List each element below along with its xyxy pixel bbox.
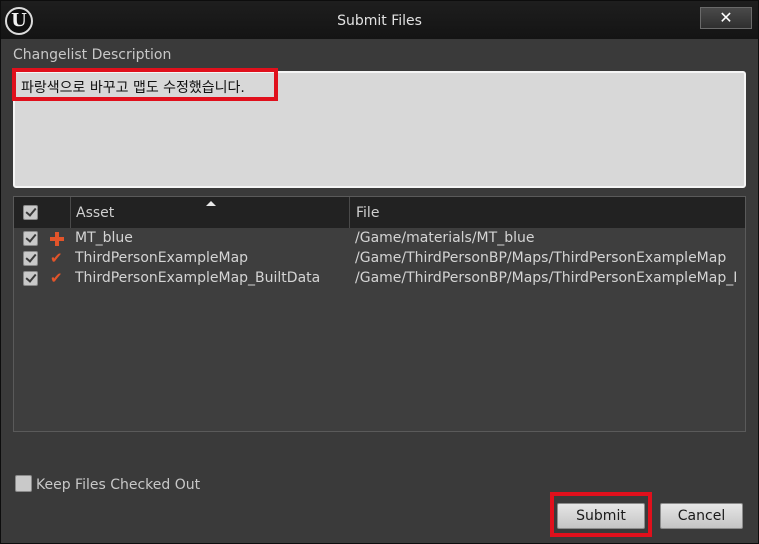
title-bar[interactable]: U Submit Files ✕ [1,1,758,39]
row-file: /Game/ThirdPersonBP/Maps/ThirdPersonExam… [355,250,727,266]
window-title: Submit Files [337,13,422,29]
header-divider[interactable] [349,197,350,228]
close-button[interactable]: ✕ [700,7,752,29]
row-asset: ThirdPersonExampleMap [75,250,249,266]
file-list-table: Asset File MT_blue /Game/materials/MT_bl… [13,196,746,432]
close-icon: ✕ [719,8,733,27]
description-highlight-box [12,68,278,101]
table-row[interactable]: MT_blue /Game/materials/MT_blue [14,229,745,249]
submit-files-dialog: U Submit Files ✕ Changelist Description … [0,0,759,544]
keep-files-checked-out-label: Keep Files Checked Out [36,477,201,493]
row-file: /Game/ThirdPersonBP/Maps/ThirdPersonExam… [355,270,738,286]
header-divider [70,197,71,228]
file-list-header: Asset File [14,197,745,228]
cancel-button[interactable]: Cancel [660,503,743,529]
checkmark-icon: ✔ [50,249,63,267]
sort-ascending-icon [206,201,216,206]
submit-highlight-box [550,492,652,537]
table-row[interactable]: ✔ ThirdPersonExampleMap /Game/ThirdPerso… [14,249,745,269]
checkmark-icon: ✔ [50,269,63,287]
row-checkbox[interactable] [23,231,38,246]
select-all-checkbox[interactable] [23,205,38,220]
column-header-file[interactable]: File [356,205,379,221]
row-file: /Game/materials/MT_blue [355,230,535,246]
column-header-asset[interactable]: Asset [76,205,114,221]
row-checkbox[interactable] [23,251,38,266]
add-icon [50,232,64,246]
table-row[interactable]: ✔ ThirdPersonExampleMap_BuiltData /Game/… [14,269,745,289]
keep-files-checked-out-checkbox[interactable] [15,475,32,492]
row-asset: ThirdPersonExampleMap_BuiltData [75,270,321,286]
row-asset: MT_blue [75,230,133,246]
changelist-description-label: Changelist Description [13,47,172,63]
row-checkbox[interactable] [23,271,38,286]
